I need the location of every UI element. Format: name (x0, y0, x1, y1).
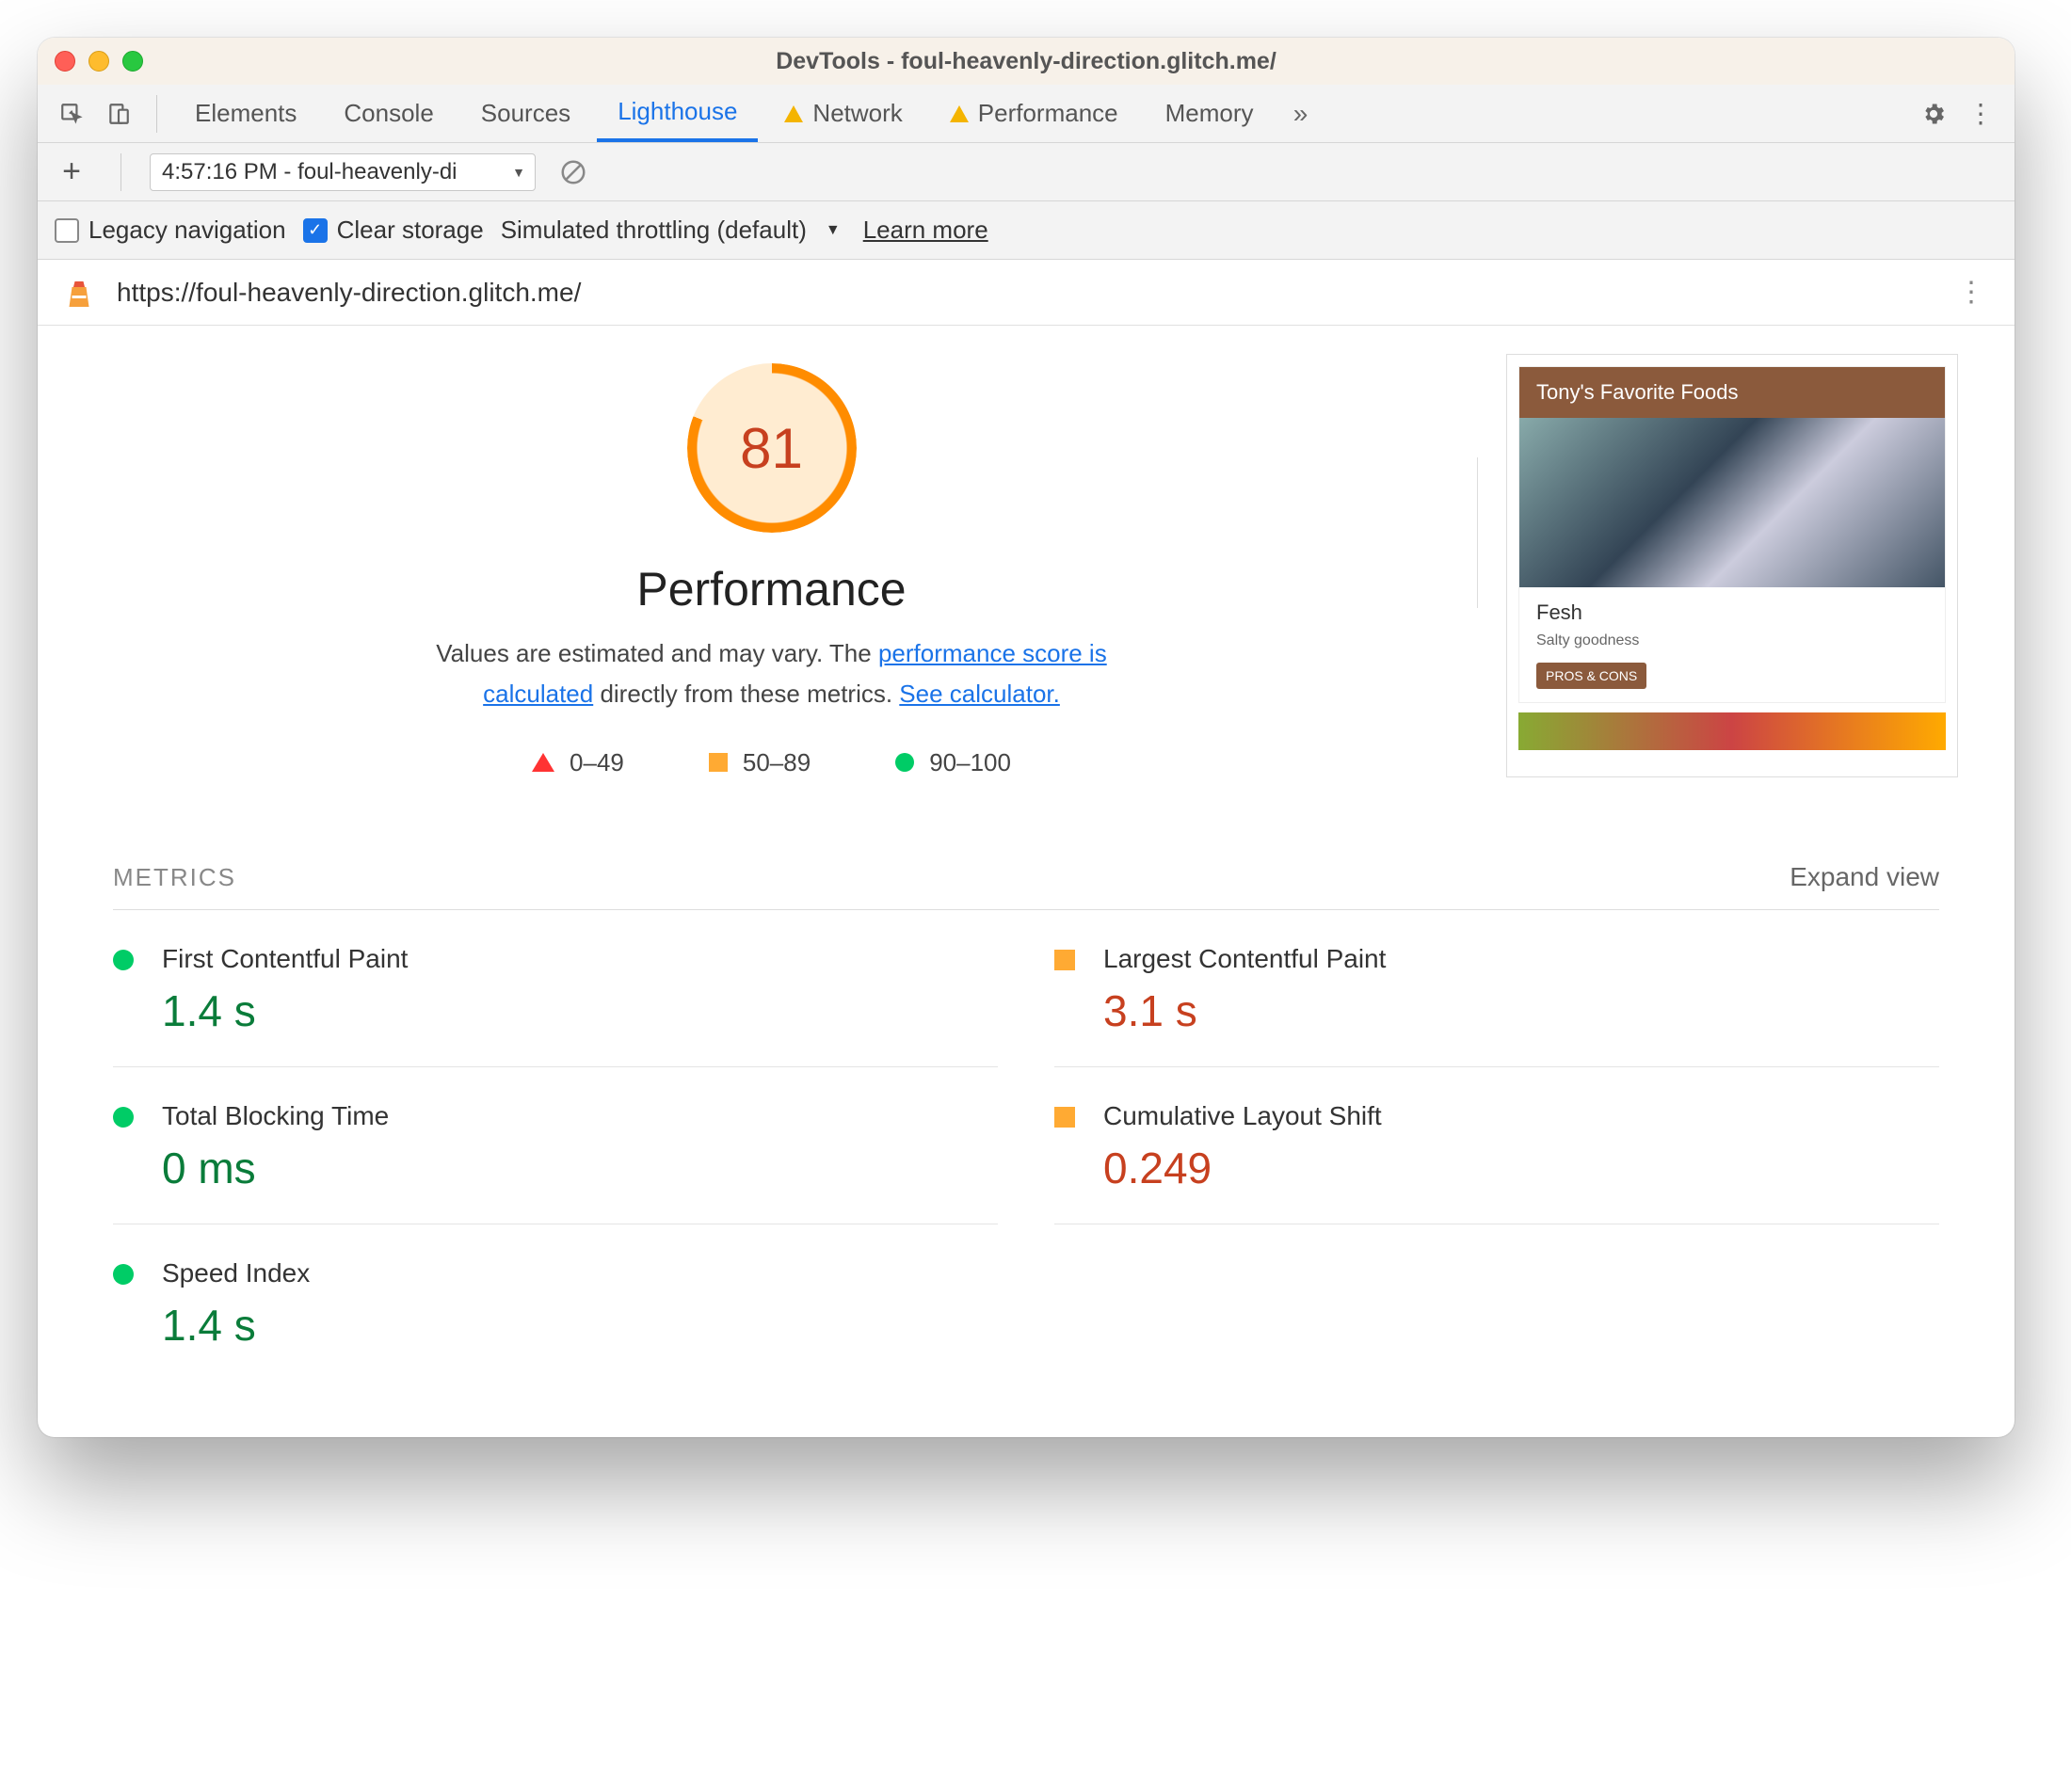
report-menu-icon[interactable]: ⋮ (1951, 272, 1992, 313)
see-calculator-link[interactable]: See calculator. (899, 680, 1060, 708)
report-summary: 81 Performance Values are estimated and … (38, 326, 2015, 834)
metric-row[interactable]: Largest Contentful Paint 3.1 s (1054, 910, 1939, 1067)
metric-status-icon (1054, 1107, 1075, 1128)
tab-sources[interactable]: Sources (460, 85, 591, 142)
legend-fail: 0–49 (532, 748, 624, 777)
tab-lighthouse[interactable]: Lighthouse (597, 85, 758, 142)
throttling-label: Simulated throttling (default) (501, 216, 807, 245)
report-selector[interactable]: 4:57:16 PM - foul-heavenly-di (150, 153, 536, 191)
preview-card-title: Fesh (1536, 600, 1928, 625)
tab-label: Console (344, 99, 433, 128)
triangle-red-icon (532, 753, 554, 772)
metric-value: 1.4 s (162, 985, 998, 1036)
checkbox-label: Clear storage (337, 216, 484, 245)
score-legend: 0–49 50–89 90–100 (94, 748, 1449, 777)
score-description: Values are estimated and may vary. The p… (395, 633, 1148, 714)
devtools-tabbar: Elements Console Sources Lighthouse Netw… (38, 85, 2015, 143)
tab-label: Network (812, 99, 902, 128)
report-url-row: https://foul-heavenly-direction.glitch.m… (38, 260, 2015, 326)
legacy-navigation-checkbox[interactable]: Legacy navigation (55, 216, 286, 245)
tab-label: Elements (195, 99, 297, 128)
metric-row[interactable]: Total Blocking Time 0 ms (113, 1067, 998, 1224)
tab-network[interactable]: Network (763, 85, 923, 142)
window-title: DevTools - foul-heavenly-direction.glitc… (38, 48, 2015, 75)
score-gauge: 81 (687, 363, 857, 533)
checkbox-label: Legacy navigation (88, 216, 286, 245)
more-tabs-icon[interactable]: » (1280, 93, 1322, 135)
legend-pass: 90–100 (895, 748, 1011, 777)
square-orange-icon (709, 753, 728, 772)
metric-value: 3.1 s (1103, 985, 1939, 1036)
metric-value: 1.4 s (162, 1300, 998, 1351)
clear-icon[interactable] (553, 152, 594, 193)
new-report-button[interactable]: + (51, 153, 92, 190)
tab-elements[interactable]: Elements (174, 85, 317, 142)
tab-label: Memory (1165, 99, 1254, 128)
lighthouse-icon (60, 274, 98, 312)
devtools-window: DevTools - foul-heavenly-direction.glitc… (38, 38, 2015, 1437)
metric-row[interactable]: Cumulative Layout Shift 0.249 (1054, 1067, 1939, 1224)
metric-row[interactable]: First Contentful Paint 1.4 s (113, 910, 998, 1067)
tab-label: Performance (978, 99, 1118, 128)
page-screenshot-preview: Tony's Favorite Foods Fesh Salty goodnes… (1506, 354, 1958, 777)
preview-card-button: PROS & CONS (1536, 663, 1646, 689)
warning-icon (784, 105, 803, 122)
preview-image (1519, 418, 1945, 587)
warning-icon (950, 105, 969, 122)
metric-row[interactable]: Speed Index 1.4 s (113, 1224, 998, 1381)
separator (120, 153, 121, 191)
expand-view-toggle[interactable]: Expand view (1790, 862, 1939, 892)
lighthouse-subbar: + 4:57:16 PM - foul-heavenly-di (38, 143, 2015, 201)
report-selector-label: 4:57:16 PM - foul-heavenly-di (162, 159, 458, 185)
throttling-select[interactable]: Simulated throttling (default) ▼ (501, 216, 841, 245)
tab-console[interactable]: Console (323, 85, 454, 142)
circle-green-icon (895, 753, 914, 772)
divider (1477, 457, 1478, 608)
clear-storage-checkbox[interactable]: ✓ Clear storage (303, 216, 484, 245)
learn-more-link[interactable]: Learn more (863, 216, 988, 245)
performance-summary: 81 Performance Values are estimated and … (94, 354, 1449, 777)
device-toggle-icon[interactable] (98, 93, 139, 135)
metric-label: First Contentful Paint (162, 944, 998, 974)
metric-status-icon (113, 950, 134, 970)
metric-status-icon (1054, 950, 1075, 970)
separator (156, 95, 157, 133)
score-value: 81 (687, 363, 857, 533)
tab-performance[interactable]: Performance (929, 85, 1139, 142)
tab-memory[interactable]: Memory (1145, 85, 1275, 142)
lighthouse-options: Legacy navigation ✓ Clear storage Simula… (38, 201, 2015, 260)
metrics-section: METRICS Expand view First Contentful Pai… (38, 834, 2015, 1437)
metric-status-icon (113, 1107, 134, 1128)
metric-value: 0.249 (1103, 1143, 1939, 1193)
checkbox-icon (55, 218, 79, 243)
report-url: https://foul-heavenly-direction.glitch.m… (117, 278, 1932, 308)
tab-label: Sources (481, 99, 570, 128)
metric-label: Largest Contentful Paint (1103, 944, 1939, 974)
chevron-down-icon: ▼ (826, 222, 841, 239)
metric-label: Speed Index (162, 1258, 998, 1288)
gear-icon[interactable] (1913, 93, 1954, 135)
metric-status-icon (113, 1264, 134, 1285)
metric-label: Cumulative Layout Shift (1103, 1101, 1939, 1131)
preview-header: Tony's Favorite Foods (1519, 367, 1945, 418)
metrics-title: METRICS (113, 863, 236, 892)
tab-label: Lighthouse (618, 97, 737, 126)
kebab-menu-icon[interactable]: ⋮ (1960, 93, 2001, 135)
legend-average: 50–89 (709, 748, 811, 777)
category-title: Performance (94, 562, 1449, 616)
checkbox-icon: ✓ (303, 218, 328, 243)
preview-image-2 (1518, 712, 1946, 750)
inspect-icon[interactable] (51, 93, 92, 135)
metric-value: 0 ms (162, 1143, 998, 1193)
metric-label: Total Blocking Time (162, 1101, 998, 1131)
preview-card-sub: Salty goodness (1536, 632, 1928, 649)
titlebar: DevTools - foul-heavenly-direction.glitc… (38, 38, 2015, 85)
